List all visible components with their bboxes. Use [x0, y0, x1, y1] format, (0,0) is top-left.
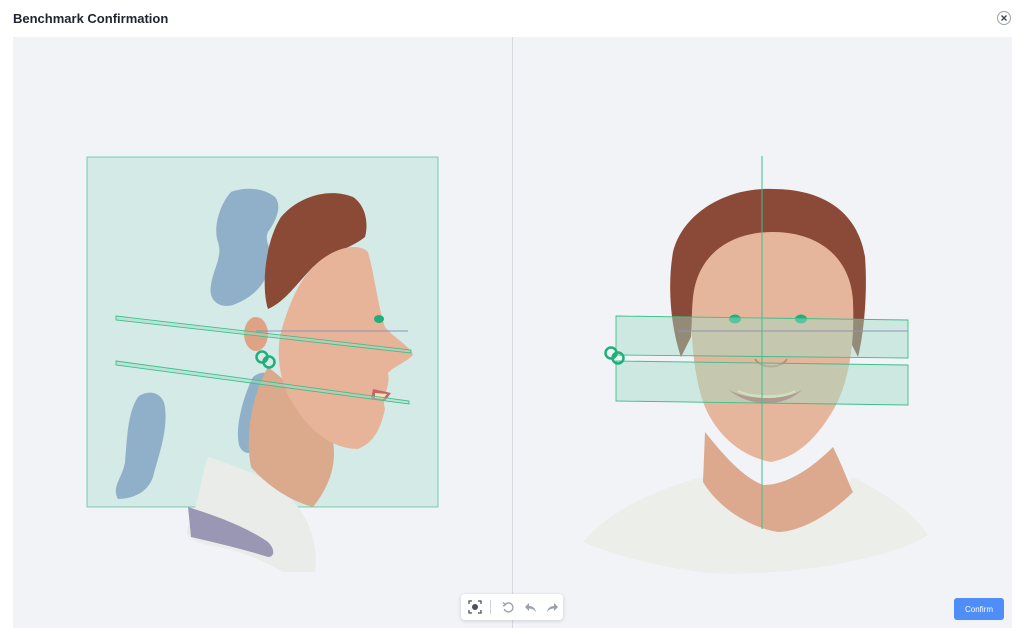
reset-view-icon — [468, 600, 482, 614]
redo-icon — [546, 602, 558, 612]
view-toolbar — [461, 594, 563, 620]
frontal-view[interactable] — [13, 37, 1012, 628]
rotate-reset-icon — [502, 601, 513, 613]
undo-button[interactable] — [519, 596, 541, 618]
close-button[interactable] — [997, 11, 1011, 25]
rotate-reset-button[interactable] — [497, 596, 519, 618]
dialog-title: Benchmark Confirmation — [13, 11, 169, 26]
undo-icon — [524, 602, 536, 612]
dialog-header: Benchmark Confirmation — [0, 0, 1024, 36]
confirm-button[interactable]: Confirm — [954, 598, 1004, 620]
close-icon — [1001, 15, 1007, 21]
redo-button[interactable] — [541, 596, 563, 618]
viewport-3d[interactable] — [13, 37, 1012, 628]
toolbar-separator — [490, 600, 491, 614]
reset-view-button[interactable] — [464, 596, 486, 618]
